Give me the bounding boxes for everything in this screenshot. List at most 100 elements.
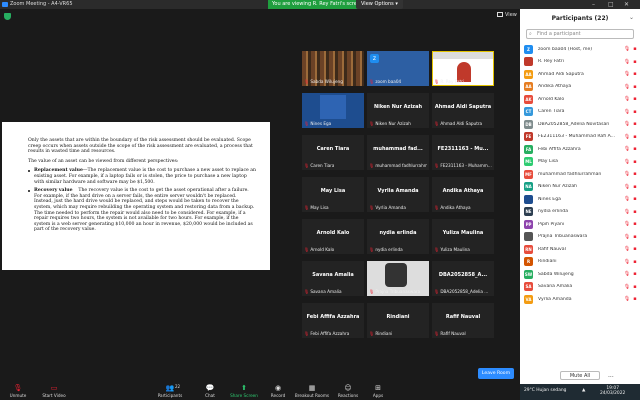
mic-muted-icon[interactable]: 🎙: [622, 284, 632, 290]
unmute-button[interactable]: 🎙 Unmute: [0, 384, 38, 398]
mic-muted-icon: 🎙: [369, 331, 375, 336]
video-tile[interactable]: Rindiani 🎙Rindiani: [367, 303, 429, 338]
video-tile[interactable]: Niken Nur Azizah 🎙Niken Nur Azizah: [367, 93, 429, 128]
maximize-button[interactable]: □: [608, 0, 614, 9]
mic-muted-icon[interactable]: 🎙: [622, 84, 632, 90]
mic-muted-icon[interactable]: 🎙: [622, 121, 632, 127]
view-options-button[interactable]: View Options ▾: [356, 0, 403, 9]
doc-bullet: Replacement value—The replacement value …: [28, 168, 256, 185]
participant-row[interactable]: Zzoom baa04 (Host, me) 🎙 ▪: [524, 43, 638, 56]
mic-muted-icon[interactable]: 🎙: [622, 184, 632, 190]
participant-row[interactable]: ML May Lisa 🎙 ▪: [524, 156, 638, 169]
participant-row[interactable]: RN Rafif Nauval 🎙 ▪: [524, 243, 638, 256]
video-tile[interactable]: 🎙Sabda Wilujeng: [302, 51, 364, 86]
participant-row[interactable]: R Rindiani 🎙 ▪: [524, 256, 638, 269]
participant-row[interactable]: DB DBA2052858_Adelia Novitasari 🎙 ▪: [524, 118, 638, 131]
mic-muted-icon[interactable]: 🎙: [622, 209, 632, 215]
tile-display-name: Rindiani: [386, 314, 410, 320]
video-tile[interactable]: Arnold Kalo 🎙Arnold Kalo: [302, 219, 364, 254]
participant-row[interactable]: CT Caren Tiara 🎙 ▪: [524, 106, 638, 119]
mic-muted-icon[interactable]: 🎙: [622, 159, 632, 165]
participant-row[interactable]: FA Febi Affifa Azzahra 🎙 ▪: [524, 143, 638, 156]
video-tile[interactable]: z 🎙zoom baa04: [367, 51, 429, 86]
participant-name: Savana Amalia: [538, 284, 573, 290]
close-window-button[interactable]: ✕: [624, 0, 629, 9]
participant-row[interactable]: AK Arnold Kalo 🎙 ▪: [524, 93, 638, 106]
participant-row[interactable]: NA Niken Nur Azizah 🎙 ▪: [524, 181, 638, 194]
weather-widget[interactable]: 29°C Hujan sedang: [524, 388, 566, 393]
video-tile[interactable]: 🎙Prajna Tribuanaswara: [367, 261, 429, 296]
participant-name: muhammad fadhlurrahman: [538, 171, 602, 177]
system-tray-icon[interactable]: ▲: [582, 388, 586, 393]
mic-muted-icon[interactable]: 🎙: [622, 134, 632, 140]
video-off-icon: ▪: [633, 233, 637, 240]
video-tile[interactable]: Vyrlia Amanda 🎙Vyrlia Amanda: [367, 177, 429, 212]
participant-row[interactable]: AA Ahmad Aldi Saputra 🎙 ▪: [524, 68, 638, 81]
mic-muted-icon[interactable]: 🎙: [622, 221, 632, 227]
participant-row[interactable]: VA Vyrlia Amanda 🎙 ▪: [524, 293, 638, 306]
participant-row[interactable]: R. Rey Fatri 🎙 ▪: [524, 56, 638, 69]
clock[interactable]: 19:07 24/03/2022: [600, 386, 625, 396]
participant-row[interactable]: SA Savana Amalia 🎙 ▪: [524, 281, 638, 294]
mic-muted-icon[interactable]: 🎙: [622, 196, 632, 202]
video-off-icon: ▪: [633, 246, 637, 253]
mic-muted-icon[interactable]: 🎙: [622, 46, 632, 52]
mic-muted-icon[interactable]: 🎙: [622, 259, 632, 265]
mic-muted-icon[interactable]: 🎙: [622, 271, 632, 277]
tile-display-name: Arnold Kalo: [316, 230, 350, 236]
mic-muted-icon[interactable]: 🎙: [622, 234, 632, 240]
video-tile[interactable]: Rafif Nauval 🎙Rafif Nauval: [432, 303, 494, 338]
video-tile[interactable]: muhammad fad... 🎙muhammad fadhlurrahma...: [367, 135, 429, 170]
participant-row[interactable]: PP Pipih Piyani 🎙 ▪: [524, 218, 638, 231]
participant-row[interactable]: SW Sabda Wilujeng 🎙 ▪: [524, 268, 638, 281]
video-tile[interactable]: 🎙Nines Ega: [302, 93, 364, 128]
participant-row[interactable]: MF muhammad fadhlurrahman 🎙 ▪: [524, 168, 638, 181]
participant-row[interactable]: Prajna Tribuanaswara 🎙 ▪: [524, 231, 638, 244]
avatar: VA: [524, 294, 533, 304]
mic-muted-icon[interactable]: 🎙: [622, 171, 632, 177]
video-tile[interactable]: Yuliza Maulina 🎙Yuliza Maulina: [432, 219, 494, 254]
video-tile[interactable]: Savana Amalia 🎙Savana Amalia: [302, 261, 364, 296]
minimize-button[interactable]: –: [592, 0, 595, 9]
video-tile[interactable]: Caren Tiara 🎙Caren Tiara: [302, 135, 364, 170]
mute-all-button[interactable]: Mute All: [560, 371, 600, 380]
avatar: RN: [524, 244, 533, 254]
apps-button[interactable]: ⊞ Apps: [358, 384, 398, 398]
tile-display-name: Savana Amalia: [312, 272, 354, 278]
bullet-icon: [28, 190, 30, 193]
avatar: NE: [524, 207, 533, 217]
video-tile[interactable]: nydia erlinda 🎙nydia erlinda: [367, 219, 429, 254]
mic-muted-icon[interactable]: 🎙: [622, 96, 632, 102]
mic-muted-icon: 🎙: [434, 289, 440, 294]
mic-muted-icon[interactable]: 🎙: [622, 246, 632, 252]
view-button[interactable]: View: [497, 12, 517, 18]
video-tile[interactable]: Ahmad Aldi Saputra 🎙Ahmad Aldi Saputra: [432, 93, 494, 128]
security-shield-icon[interactable]: [4, 13, 11, 20]
mic-muted-icon[interactable]: 🎙: [622, 296, 632, 302]
participant-row[interactable]: AA Andika Athaya 🎙 ▪: [524, 81, 638, 94]
video-tile[interactable]: FE2311163 - Mu... 🎙FE2311163 - Muhamm...: [432, 135, 494, 170]
breakout-rooms-button[interactable]: ▦ Breakout Rooms: [292, 384, 332, 398]
mic-muted-icon[interactable]: 🎙: [622, 59, 632, 65]
panel-close-icon[interactable]: ⌄: [629, 14, 634, 21]
participant-row[interactable]: Nines Ega 🎙 ▪: [524, 193, 638, 206]
video-tile[interactable]: Andika Athaya 🎙Andika Athaya: [432, 177, 494, 212]
video-tile[interactable]: May Lisa 🎙May Lisa: [302, 177, 364, 212]
participant-row[interactable]: NE nydia erlinda 🎙 ▪: [524, 206, 638, 219]
participant-row[interactable]: FE FE2311163 - Muhammad Rafi A... 🎙 ▪: [524, 131, 638, 144]
video-tile[interactable]: 🎙R. Rey Fatri: [432, 51, 494, 86]
video-tile[interactable]: Febi Affifa Azzahra 🎙Febi Affifa Azzahra: [302, 303, 364, 338]
mic-muted-icon[interactable]: 🎙: [622, 71, 632, 77]
leave-room-button[interactable]: Leave Room: [478, 368, 514, 379]
participant-search-input[interactable]: Find a participant: [526, 29, 634, 39]
tile-display-name: Andika Athaya: [442, 188, 484, 194]
mic-muted-icon[interactable]: 🎙: [622, 146, 632, 152]
video-tile[interactable]: DBA2052858_A... 🎙DBA2052858_Adelia ...: [432, 261, 494, 296]
mic-muted-icon[interactable]: 🎙: [622, 109, 632, 115]
more-options-button[interactable]: ...: [608, 372, 618, 379]
start-video-button[interactable]: ▭ Start Video: [34, 384, 74, 398]
tile-name-label: 🎙R. Rey Fatri: [434, 79, 464, 84]
tile-display-name: muhammad fad...: [373, 146, 423, 152]
video-off-icon: ▪: [633, 133, 637, 140]
participants-button[interactable]: 👥 22 Participants: [150, 384, 190, 398]
